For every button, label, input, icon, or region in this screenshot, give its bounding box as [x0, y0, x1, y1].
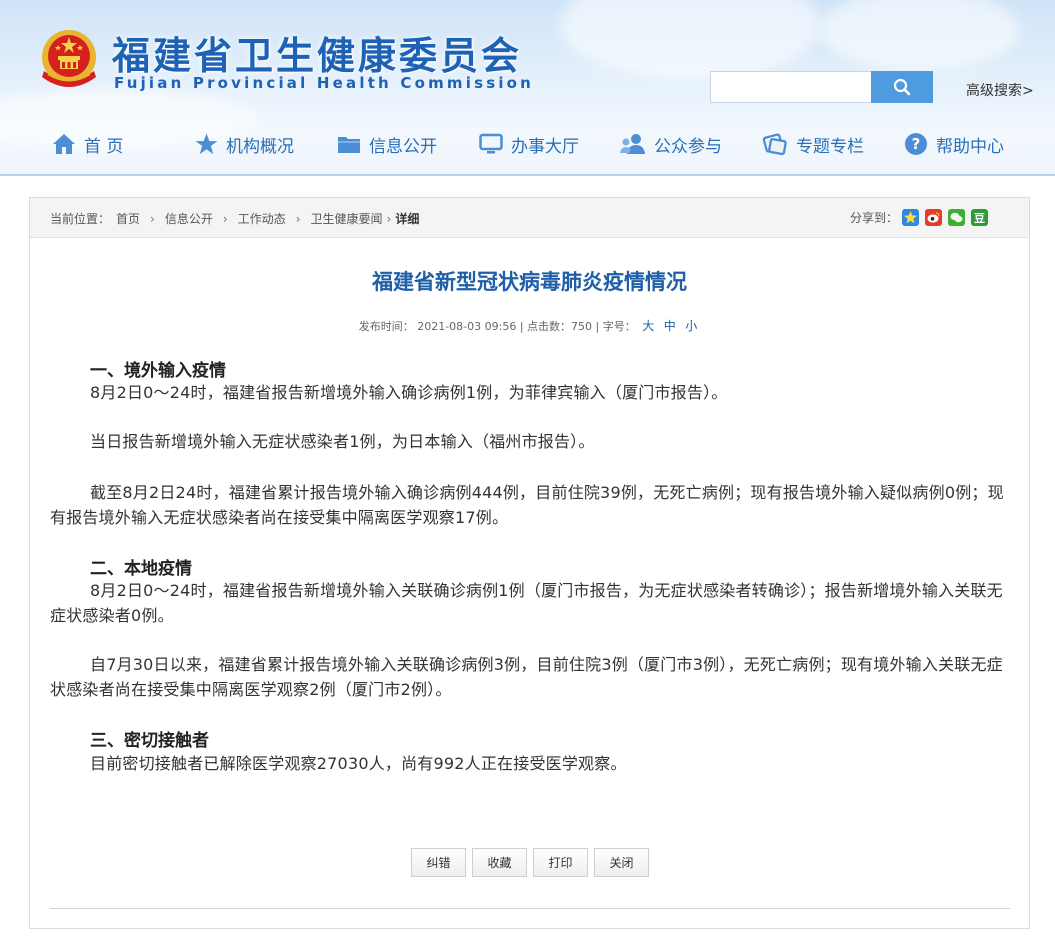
breadcrumb-info[interactable]: 信息公开 [165, 210, 213, 227]
article-meta-text: 发布时间： 2021-08-03 09:56 | 点击数：750 | 字号： [358, 320, 636, 333]
article-paragraph: 当日报告新增境外输入无症状感染者1例，为日本输入（福州市报告）。 [90, 432, 595, 451]
nav-label: 帮助中心 [936, 136, 1004, 157]
site-title: 福建省卫生健康委员会 [112, 34, 523, 78]
nav-item-about[interactable]: 机构概况 [195, 126, 294, 162]
article-paragraph: 8月2日0～24时，福建省报告新增境外输入确诊病例1例，为菲律宾输入（厦门市报告… [90, 383, 728, 402]
article-paragraph: 截至8月2日24时，福建省累计报告境外输入确诊病例444例，目前住院39例，无死… [50, 483, 1004, 527]
help-icon: ? [905, 133, 927, 155]
correct-button[interactable]: 纠错 [411, 848, 466, 877]
search-button[interactable] [871, 71, 933, 103]
breadcrumb: 当前位置： 首页 › 信息公开 › 工作动态 › 卫生健康要闻 › 详细 [50, 210, 419, 227]
nav-item-help[interactable]: ? 帮助中心 [904, 126, 1004, 162]
chevron-right-icon: › [295, 211, 301, 226]
favorite-button[interactable]: 收藏 [472, 848, 527, 877]
article-paragraph: 目前密切接触者已解除医学观察27030人，尚有992人正在接受医学观察。 [90, 754, 627, 773]
article-meta: 发布时间： 2021-08-03 09:56 | 点击数：750 | 字号： 大… [30, 317, 1029, 334]
breadcrumb-work[interactable]: 工作动态 [238, 210, 286, 227]
qzone-share-icon[interactable] [902, 209, 920, 226]
folder-icon [338, 137, 360, 153]
site-header: 福建省卫生健康委员会 Fujian Provincial Health Comm… [0, 0, 1055, 176]
breadcrumb-news[interactable]: 卫生健康要闻 [311, 210, 383, 227]
nav-label: 公众参与 [654, 136, 722, 157]
star-icon [195, 133, 218, 155]
nav-label: 专题专栏 [796, 136, 864, 157]
national-emblem-icon [42, 30, 96, 87]
weibo-share-icon[interactable] [925, 209, 943, 226]
font-size-large-link[interactable]: 大 [642, 319, 654, 333]
douban-share-icon[interactable]: 豆 [971, 209, 989, 226]
nav-item-home[interactable]: 首 页 [52, 126, 123, 162]
section-heading: 二、本地疫情 [90, 559, 192, 579]
section-heading: 三、密切接触者 [90, 731, 209, 751]
divider [50, 908, 1010, 909]
home-icon [53, 134, 75, 154]
advanced-search-link[interactable]: 高级搜索> [966, 80, 1034, 100]
font-size-medium-link[interactable]: 中 [664, 319, 676, 333]
breadcrumb-prefix: 当前位置： [50, 212, 111, 226]
chevron-right-icon: › [386, 211, 392, 226]
monitor-icon [479, 133, 503, 154]
nav-item-participation[interactable]: 公众参与 [620, 126, 722, 162]
main-nav: 首 页 机构概况 信息公开 办事大厅 公众参与 专题专栏 ? 帮助中心 [0, 126, 1055, 162]
share-label: 分享到： [850, 211, 899, 225]
svg-text:?: ? [912, 135, 921, 153]
nav-item-services[interactable]: 办事大厅 [479, 126, 579, 162]
article-paragraph: 8月2日0～24时，福建省报告新增境外输入关联确诊病例1例（厦门市报告，为无症状… [50, 581, 1003, 625]
article-actions: 纠错 收藏 打印 关闭 [411, 848, 655, 877]
close-button[interactable]: 关闭 [594, 848, 649, 877]
article-container: 当前位置： 首页 › 信息公开 › 工作动态 › 卫生健康要闻 › 详细 分享到… [29, 197, 1030, 929]
search-input[interactable] [710, 71, 872, 103]
share-bar: 分享到： 豆 [850, 209, 989, 226]
nav-item-info[interactable]: 信息公开 [337, 126, 437, 162]
section-heading: 一、境外输入疫情 [90, 361, 226, 381]
chevron-right-icon: › [222, 211, 228, 226]
article-title: 福建省新型冠状病毒肺炎疫情情况 [372, 270, 687, 294]
print-button[interactable]: 打印 [533, 848, 588, 877]
people-icon [620, 134, 645, 154]
nav-label: 办事大厅 [511, 136, 579, 157]
nav-label: 机构概况 [226, 136, 294, 157]
search-icon [893, 78, 911, 96]
site-title-english: Fujian Provincial Health Commission [114, 74, 535, 92]
chevron-right-icon: › [150, 211, 155, 226]
breadcrumb-current: 详细 [395, 212, 420, 226]
tag-icon [762, 133, 787, 156]
article-paragraph: 自7月30日以来，福建省累计报告境外输入关联确诊病例3例，目前住院3例（厦门市3… [50, 655, 1003, 699]
nav-label: 首 页 [84, 136, 124, 157]
nav-label: 信息公开 [369, 136, 437, 157]
breadcrumb-bar: 当前位置： 首页 › 信息公开 › 工作动态 › 卫生健康要闻 › 详细 分享到… [30, 198, 1029, 238]
breadcrumb-home[interactable]: 首页 [116, 210, 140, 227]
wechat-share-icon[interactable] [948, 209, 966, 226]
nav-item-topics[interactable]: 专题专栏 [762, 126, 864, 162]
font-size-small-link[interactable]: 小 [685, 319, 697, 333]
